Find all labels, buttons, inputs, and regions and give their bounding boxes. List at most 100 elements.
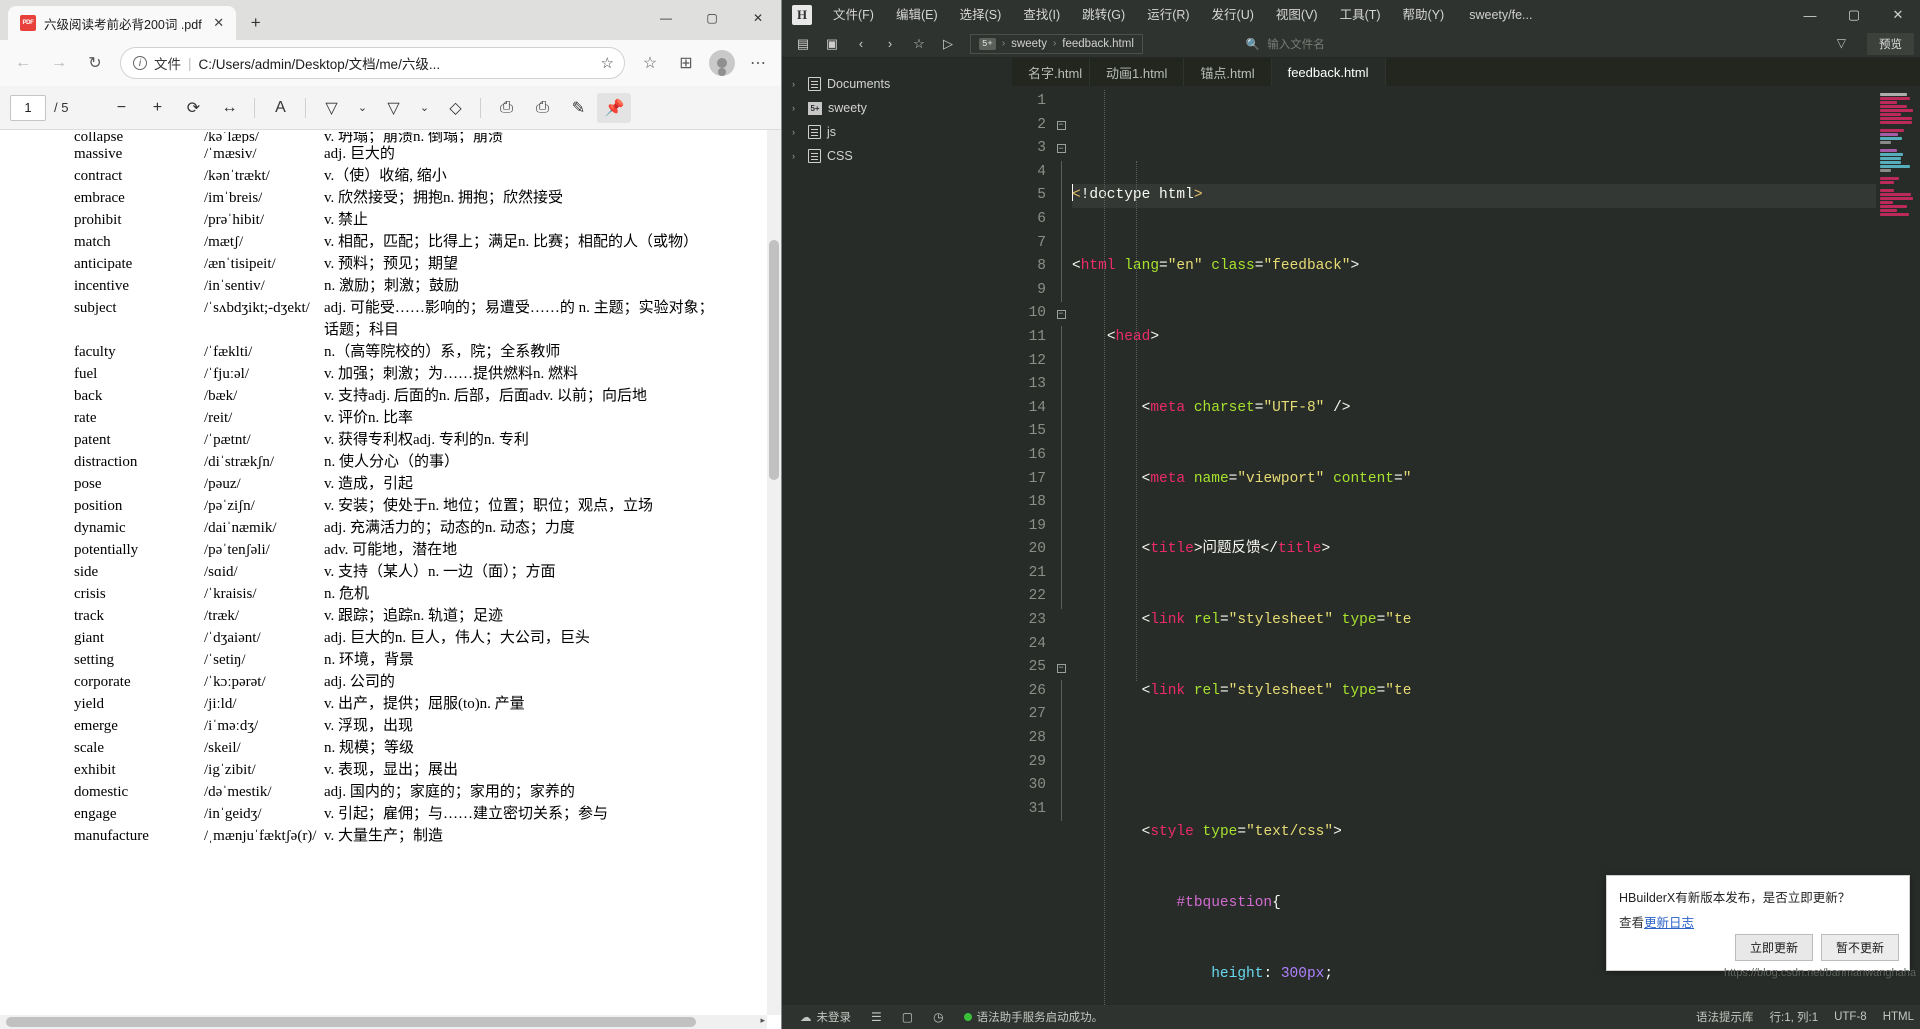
code-area[interactable]: 1 2 3 4 5 6 7 8 9 10 11 12 13 14 15 16 17 18 19 20 21 22 23 24 2… [1012,86,1920,1005]
markup-icon[interactable]: ✎ [561,93,595,123]
login-status[interactable]: ☁ 未登录 [790,1009,861,1025]
update-log-link[interactable]: 更新日志 [1644,916,1694,930]
filter-icon[interactable]: ▽ [1837,36,1846,50]
tab-1[interactable]: 动画1.html [1090,58,1185,86]
minimize-icon[interactable]: — [643,0,689,36]
encoding-label[interactable]: UTF-8 [1834,1011,1867,1023]
menu-item-3[interactable]: 查找(I) [1012,0,1071,30]
erase-icon[interactable]: ◇ [438,93,472,123]
chevron-right-icon[interactable]: › [792,79,802,89]
site-info-icon[interactable]: i [133,56,147,70]
close-icon[interactable]: ✕ [1876,0,1920,30]
save-icon[interactable]: ▣ [819,33,845,55]
fold-toggle-icon[interactable]: − [1050,302,1072,326]
star-icon[interactable]: ☆ [906,33,932,55]
menu-item-0[interactable]: 文件(F) [822,0,885,30]
menu-item-2[interactable]: 选择(S) [949,0,1013,30]
breadcrumb[interactable]: 5+ › sweety › feedback.html [970,33,1143,54]
scrollbar-thumb[interactable] [6,1017,696,1027]
word-cell: position [74,498,123,514]
update-notification-dialog[interactable]: HBuilderX有新版本发布，是否立即更新？ 查看更新日志 立即更新 暂不更新 [1606,875,1910,971]
fold-toggle-icon[interactable]: − [1050,114,1072,138]
new-tab-button[interactable]: + [242,9,270,37]
maximize-icon[interactable]: ▢ [1832,0,1876,30]
forward-icon[interactable]: → [42,46,76,80]
meaning-cell: v. 跟踪；追踪n. 轨道；足迹 [324,608,504,624]
highlight-icon[interactable]: ▽ [314,93,348,123]
save-icon[interactable]: ⎙ [525,93,559,123]
back-icon[interactable]: ‹ [848,33,874,55]
tab-title: 六级阅读考前必背200词 .pdf [44,17,202,32]
breadcrumb-file[interactable]: feedback.html [1062,38,1134,50]
code-text[interactable]: <!doctype html> <html lang="en" class="f… [1072,86,1876,1005]
chevron-down-icon[interactable]: ⌄ [350,93,374,123]
close-icon[interactable]: ✕ [210,14,228,32]
reload-icon[interactable]: ↻ [78,46,112,80]
menu-item-6[interactable]: 发行(U) [1201,0,1265,30]
favorites-icon[interactable]: ☆ [633,46,667,80]
breadcrumb-project[interactable]: sweety [1011,38,1047,50]
table-row: crisis/ˈkraisis/n. 危机 [74,583,767,605]
browser-tab[interactable]: PDF 六级阅读考前必背200词 .pdf ✕ [8,6,236,40]
preview-button[interactable]: 预览 [1867,33,1914,55]
status-icon-2[interactable]: ▢ [892,1010,923,1024]
menu-item-5[interactable]: 运行(R) [1136,0,1200,30]
fold-toggle-icon[interactable]: − [1050,137,1072,161]
project-file-tree[interactable]: › Documents › 5+ sweety › js › CSS [782,58,1012,1005]
rotate-icon[interactable]: ⟳ [176,93,210,123]
chevron-right-icon[interactable]: › [792,151,802,161]
zoom-out-icon[interactable]: − [104,93,138,123]
pdf-horizontal-scrollbar[interactable]: ▸ [0,1015,767,1029]
draw-icon[interactable]: ▽ [376,93,410,123]
code-minimap[interactable] [1876,86,1920,1005]
back-icon[interactable]: ← [6,46,40,80]
tab-2[interactable]: 锚点.html [1184,58,1272,86]
pin-icon[interactable]: 📌 [597,92,632,123]
bookmark-icon[interactable]: ☆ [601,54,618,72]
syntax-library-label[interactable]: 语法提示库 [1696,1009,1754,1025]
table-row: dynamic/daiˈnæmik/adj. 充满活力的；动态的n. 动态；力度 [74,517,767,539]
scrollbar-thumb[interactable] [769,240,779,480]
page-number-input[interactable]: 1 [10,94,46,121]
tab-3[interactable]: feedback.html [1271,58,1386,86]
scroll-right-icon[interactable]: ▸ [760,1015,765,1026]
print-icon[interactable]: ⎙ [489,93,523,123]
address-bar[interactable]: i 文件 | C:/Users/admin/Desktop/文档/me/六级..… [120,47,625,79]
tree-item-css[interactable]: › CSS [782,144,1012,168]
cursor-position[interactable]: 行:1, 列:1 [1770,1009,1819,1025]
more-options-icon[interactable]: ⋯ [741,46,775,80]
tab-0[interactable]: 名字.html [1012,58,1090,86]
run-icon[interactable]: ▷ [935,33,961,55]
tree-item-documents[interactable]: › Documents [782,72,1012,96]
status-icon-1[interactable]: ☰ [861,1010,892,1024]
menu-item-7[interactable]: 视图(V) [1265,0,1329,30]
code-fold-column[interactable]: − − − − [1050,86,1072,1005]
file-search[interactable]: 🔍 输入文件名 [1246,36,1325,52]
toggle-sidebar-icon[interactable]: ▤ [790,33,816,55]
window-close-icon[interactable]: ✕ [735,0,781,36]
forward-icon[interactable]: › [877,33,903,55]
maximize-icon[interactable]: ▢ [689,0,735,36]
zoom-in-icon[interactable]: + [140,93,174,123]
status-icon-3[interactable]: ◷ [923,1010,953,1024]
menu-item-8[interactable]: 工具(T) [1329,0,1392,30]
minimize-icon[interactable]: — [1788,0,1832,30]
chevron-down-icon[interactable]: ⌄ [412,93,436,123]
tree-item-js[interactable]: › js [782,120,1012,144]
menu-item-4[interactable]: 跳转(G) [1071,0,1136,30]
read-aloud-icon[interactable]: A [263,93,297,123]
update-later-button[interactable]: 暂不更新 [1820,934,1899,961]
fit-page-icon[interactable]: ↔ [212,93,246,123]
menu-item-1[interactable]: 编辑(E) [885,0,949,30]
chevron-right-icon[interactable]: › [792,103,802,113]
pdf-viewer[interactable]: collapse/kəˈlæps/v. 坍塌；崩溃n. 倒塌；崩溃 massive… [0,130,781,1029]
update-now-button[interactable]: 立即更新 [1734,934,1813,961]
language-mode[interactable]: HTML [1883,1011,1914,1023]
fold-toggle-icon[interactable]: − [1050,656,1072,680]
avatar[interactable] [705,46,739,80]
pdf-vertical-scrollbar[interactable] [767,130,781,1015]
collections-icon[interactable]: ⊞ [669,46,703,80]
menu-item-9[interactable]: 帮助(Y) [1392,0,1456,30]
chevron-right-icon[interactable]: › [792,127,802,137]
tree-item-sweety[interactable]: › 5+ sweety [782,96,1012,120]
